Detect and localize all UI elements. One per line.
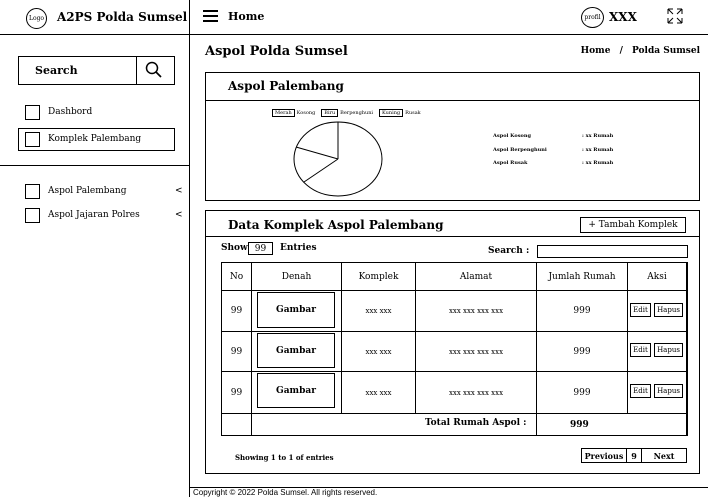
komplek-icon <box>25 132 40 147</box>
chevron-left-icon[interactable]: < <box>175 186 183 196</box>
sidebar-divider <box>0 165 190 166</box>
table-row-no: 99 <box>230 346 243 357</box>
stat-berpenghuni: Aspol Berpenghuni : xx Rumah <box>493 144 613 158</box>
breadcrumb-separator: / <box>619 46 623 56</box>
table-search-label: Search : <box>488 246 530 256</box>
aspol-palembang-icon <box>25 184 40 199</box>
stat-kosong: Aspol Kosong : xx Rumah <box>493 130 613 144</box>
copyright: Copyright © 2022 Polda Sumsel. All right… <box>193 488 378 497</box>
sidebar-header-divider <box>0 34 708 35</box>
next-button[interactable]: Next <box>641 448 687 463</box>
chevron-left-icon[interactable]: < <box>175 210 183 220</box>
table-search-input[interactable] <box>537 245 688 258</box>
column-header-no: No <box>229 271 244 282</box>
total-value: 999 <box>570 420 589 430</box>
hapus-button[interactable]: Hapus <box>654 343 683 357</box>
table-row-komplek: xxx xxx <box>365 388 392 397</box>
avatar-label: profil <box>584 14 601 21</box>
stat-berpenghuni-value: : xx Rumah <box>582 146 614 153</box>
aspol-jajaran-icon <box>25 208 40 223</box>
table-row-divider <box>221 413 688 414</box>
sidebar-item-komplek-palembang[interactable]: Komplek Palembang <box>18 128 175 151</box>
table-row-no: 99 <box>230 387 243 398</box>
edit-button[interactable]: Edit <box>630 384 651 398</box>
logo-label: Logo <box>28 15 45 22</box>
dashboard-icon <box>25 105 40 120</box>
page-title: Aspol Polda Sumsel <box>205 44 348 59</box>
table-row-no: 99 <box>230 306 243 316</box>
chart-legend: Merah Kosong Biru Berpenghuni Kuning Rus… <box>272 109 421 117</box>
page-number-button[interactable]: 9 <box>626 448 642 463</box>
table-row-jumlah: 999 <box>573 346 591 357</box>
pie-chart <box>293 121 383 197</box>
breadcrumb: Home / Polda Sumsel <box>581 46 700 56</box>
breadcrumb-current: Polda Sumsel <box>632 46 700 56</box>
denah-image[interactable]: Gambar <box>257 373 335 408</box>
table-panel-title: Data Komplek Aspol Palembang <box>228 218 444 232</box>
sidebar-search[interactable]: Search <box>18 56 175 85</box>
table-col-divider <box>686 262 687 436</box>
legend-rusak-label: Rusak <box>405 110 421 116</box>
legend-kuning-swatch: Kuning <box>379 109 404 117</box>
legend-kosong-label: Kosong <box>296 110 316 116</box>
fullscreen-icon[interactable] <box>667 8 683 28</box>
stat-rusak-value: : xx Rumah <box>582 160 614 166</box>
sidebar-search-label: Search <box>35 64 78 77</box>
column-header-alamat: Alamat <box>459 271 493 282</box>
logo: Logo <box>26 8 47 29</box>
showing-info: Showing 1 to 1 of entries <box>235 453 334 462</box>
previous-button[interactable]: Previous <box>581 448 627 463</box>
app-title: A2PS Polda Sumsel <box>57 10 188 24</box>
summary-title-divider <box>206 100 699 101</box>
show-label: Show <box>221 243 248 253</box>
menu-icon[interactable] <box>203 9 218 23</box>
column-header-aksi: Aksi <box>647 271 667 282</box>
sidebar-item-komplek-label: Komplek Palembang <box>48 134 142 144</box>
pie-slice-divider-3 <box>303 158 339 183</box>
sidebar-item-aspol-jajaran[interactable]: Aspol Jajaran Polres <box>48 210 140 220</box>
table-row-komplek: xxx xxx <box>365 347 392 356</box>
table-row-alamat: xxx xxx xxx xxx <box>448 307 504 315</box>
header-title: Home <box>228 10 265 23</box>
entries-label: Entries <box>280 243 317 253</box>
column-header-jumlah-rumah: Jumlah Rumah <box>548 271 616 282</box>
breadcrumb-home[interactable]: Home <box>581 46 611 56</box>
stats-list: Aspol Kosong : xx Rumah Aspol Berpenghuni… <box>493 130 613 171</box>
edit-button[interactable]: Edit <box>630 303 651 317</box>
summary-title: Aspol Palembang <box>228 79 344 93</box>
sidebar-item-dashboard[interactable]: Dashbord <box>48 107 92 117</box>
table-row-alamat: xxx xxx xxx xxx <box>448 388 504 397</box>
edit-button[interactable]: Edit <box>630 343 651 357</box>
table-panel-title-divider <box>206 236 699 237</box>
legend-merah-swatch: Merah <box>272 109 295 117</box>
search-icon[interactable] <box>145 61 163 83</box>
denah-image[interactable]: Gambar <box>257 333 335 368</box>
hapus-button[interactable]: Hapus <box>654 303 683 317</box>
pie-slice-divider-2 <box>295 146 339 160</box>
column-header-denah: Denah <box>281 271 312 282</box>
table-row-komplek: xxx xxx <box>365 307 392 315</box>
legend-berpenghuni-label: Berpenghuni <box>340 110 374 116</box>
stat-kosong-label: Aspol Kosong <box>493 133 532 139</box>
legend-biru-swatch: Biru <box>321 109 339 117</box>
stat-rusak: Aspol Rusak : xx Rumah <box>493 157 613 171</box>
avatar[interactable]: profil <box>581 7 604 28</box>
summary-panel: Aspol Palembang Merah Kosong Biru Berpen… <box>205 72 700 201</box>
entries-select[interactable]: 99 <box>248 242 273 255</box>
hapus-button[interactable]: Hapus <box>654 384 683 398</box>
sidebar-item-aspol-palembang[interactable]: Aspol Palembang <box>48 186 126 196</box>
stat-rusak-label: Aspol Rusak <box>493 160 528 166</box>
column-header-komplek: Komplek <box>358 271 399 282</box>
add-komplek-button[interactable]: + Tambah Komplek <box>580 217 686 233</box>
header-user[interactable]: XXX <box>609 10 637 24</box>
table-panel: Data Komplek Aspol Palembang + Tambah Ko… <box>205 210 700 474</box>
search-divider <box>136 57 137 84</box>
stat-berpenghuni-label: Aspol Berpenghuni <box>493 146 547 153</box>
stat-kosong-value: : xx Rumah <box>582 133 614 139</box>
table-row-jumlah: 999 <box>573 306 591 316</box>
total-label: Total Rumah Aspol : <box>425 418 527 428</box>
denah-image[interactable]: Gambar <box>257 292 335 328</box>
table-row-alamat: xxx xxx xxx xxx <box>448 347 504 356</box>
table-row-jumlah: 999 <box>573 387 591 398</box>
